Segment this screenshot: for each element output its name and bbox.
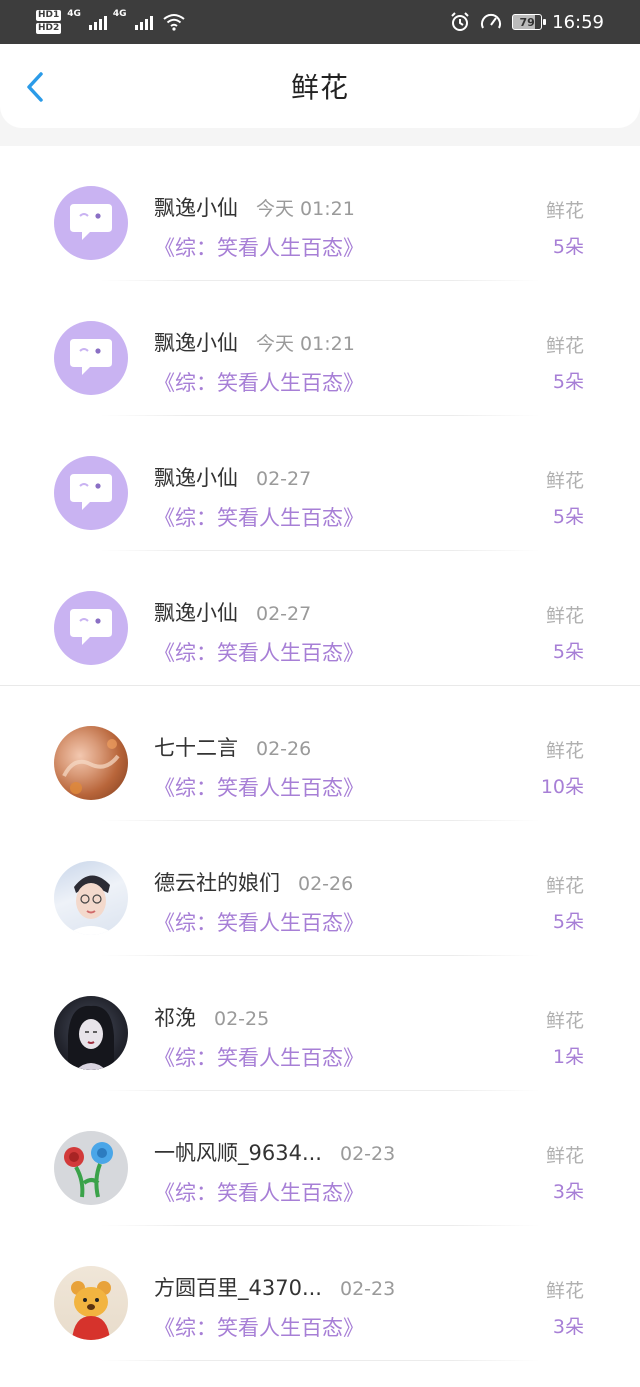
list-item[interactable]: 飘逸小仙 今天 01:21 《综：笑看人生百态》 鲜花 5朵 xyxy=(0,281,640,416)
user-name: 飘逸小仙 今天 01:21 xyxy=(154,331,355,355)
battery-level: 79 xyxy=(519,15,535,29)
flower-count: 5朵 xyxy=(552,641,584,663)
record-time: 今天 01:21 xyxy=(256,333,355,355)
flower-count: 5朵 xyxy=(552,911,584,933)
status-left: HD1 HD2 4G 4G xyxy=(36,9,185,35)
user-avatar[interactable] xyxy=(54,1266,128,1340)
divider xyxy=(100,1360,540,1361)
header-bar: 鲜花 xyxy=(0,44,640,128)
default-avatar-icon xyxy=(54,321,128,395)
default-avatar-icon xyxy=(54,456,128,530)
user-name: 飘逸小仙 02-27 xyxy=(154,601,312,625)
record-time: 今天 01:21 xyxy=(256,198,355,220)
flower-record-list: 飘逸小仙 今天 01:21 《综：笑看人生百态》 鲜花 5朵 飘逸小仙 今天 01:… xyxy=(0,146,640,1387)
gift-type-label: 鲜花 xyxy=(545,200,584,222)
gift-type-label: 鲜花 xyxy=(545,1145,584,1167)
user-name: 飘逸小仙 今天 01:21 xyxy=(154,196,355,220)
book-title[interactable]: 《综：笑看人生百态》 xyxy=(154,1312,364,1342)
record-time: 02-25 xyxy=(214,1008,270,1030)
user-avatar[interactable] xyxy=(54,861,128,935)
flower-count: 5朵 xyxy=(552,506,584,528)
user-name: 方圆百里_4370... 02-23 xyxy=(154,1276,396,1300)
user-avatar[interactable] xyxy=(54,996,128,1070)
hd2-label: HD2 xyxy=(36,23,62,34)
book-title[interactable]: 《综：笑看人生百态》 xyxy=(154,502,364,532)
signal-icon xyxy=(134,14,153,30)
page-title: 鲜花 xyxy=(290,71,349,104)
list-item[interactable]: 飘逸小仙 02-27 《综：笑看人生百态》 鲜花 5朵 xyxy=(0,416,640,551)
user-name: 德云社的娘们 02-26 xyxy=(154,871,354,895)
record-time: 02-26 xyxy=(298,873,354,895)
flower-count: 10朵 xyxy=(540,776,584,798)
book-title[interactable]: 《综：笑看人生百态》 xyxy=(154,367,364,397)
list-item[interactable]: 方圆百里_4370... 02-23 《综：笑看人生百态》 鲜花 3朵 xyxy=(0,1226,640,1361)
record-time: 02-27 xyxy=(256,468,312,490)
list-item[interactable]: 一帆风顺_9634... 02-23 《综：笑看人生百态》 鲜花 3朵 xyxy=(0,1091,640,1226)
default-avatar-icon xyxy=(54,186,128,260)
flower-count: 5朵 xyxy=(552,236,584,258)
record-time: 02-27 xyxy=(256,603,312,625)
book-title[interactable]: 《综：笑看人生百态》 xyxy=(154,1042,364,1072)
book-title[interactable]: 《综：笑看人生百态》 xyxy=(154,907,364,937)
gift-type-label: 鲜花 xyxy=(545,470,584,492)
book-title[interactable]: 《综：笑看人生百态》 xyxy=(154,1177,364,1207)
network-type-2: 4G xyxy=(112,9,127,19)
signal-icon xyxy=(88,14,107,30)
flower-count: 3朵 xyxy=(552,1316,584,1338)
gift-type-label: 鲜花 xyxy=(545,335,584,357)
flower-count: 1朵 xyxy=(552,1046,584,1068)
battery-icon: 79 xyxy=(512,14,547,30)
list-item[interactable]: 七十二言 02-26 《综：笑看人生百态》 鲜花 10朵 xyxy=(0,686,640,821)
back-button[interactable] xyxy=(20,70,50,104)
status-right: 79 16:59 xyxy=(450,12,604,33)
user-name: 飘逸小仙 02-27 xyxy=(154,466,312,490)
hd-indicator: HD1 HD2 xyxy=(36,9,62,35)
flower-count: 3朵 xyxy=(552,1181,584,1203)
user-avatar[interactable] xyxy=(54,1131,128,1205)
chevron-left-icon xyxy=(27,72,43,102)
user-name: 祁浼 02-25 xyxy=(154,1006,270,1030)
wifi-icon xyxy=(162,14,185,31)
user-name: 七十二言 02-26 xyxy=(154,736,312,760)
book-title[interactable]: 《综：笑看人生百态》 xyxy=(154,232,364,262)
book-title[interactable]: 《综：笑看人生百态》 xyxy=(154,772,364,802)
book-title[interactable]: 《综：笑看人生百态》 xyxy=(154,637,364,667)
record-time: 02-23 xyxy=(339,1143,396,1165)
user-avatar[interactable] xyxy=(54,726,128,800)
user-name: 一帆风顺_9634... 02-23 xyxy=(154,1141,396,1165)
status-bar: HD1 HD2 4G 4G 79 16:59 xyxy=(0,0,640,44)
gift-type-label: 鲜花 xyxy=(545,1280,584,1302)
record-time: 02-26 xyxy=(256,738,312,760)
clock: 16:59 xyxy=(552,11,604,33)
hd1-label: HD1 xyxy=(36,10,62,21)
default-avatar-icon xyxy=(54,591,128,665)
gift-type-label: 鲜花 xyxy=(545,1010,584,1032)
flower-count: 5朵 xyxy=(552,371,584,393)
network-type-1: 4G xyxy=(67,9,81,19)
gift-type-label: 鲜花 xyxy=(545,875,584,897)
list-item[interactable]: 祁浼 02-25 《综：笑看人生百态》 鲜花 1朵 xyxy=(0,956,640,1091)
list-item[interactable]: 飘逸小仙 今天 01:21 《综：笑看人生百态》 鲜花 5朵 xyxy=(0,146,640,281)
gift-type-label: 鲜花 xyxy=(545,605,584,627)
list-item[interactable]: 德云社的娘们 02-26 《综：笑看人生百态》 鲜花 5朵 xyxy=(0,821,640,956)
record-time: 02-23 xyxy=(339,1278,396,1300)
speed-icon xyxy=(481,13,502,29)
alarm-icon xyxy=(451,12,469,31)
gift-type-label: 鲜花 xyxy=(545,740,584,762)
list-item[interactable]: 飘逸小仙 02-27 《综：笑看人生百态》 鲜花 5朵 xyxy=(0,551,640,686)
